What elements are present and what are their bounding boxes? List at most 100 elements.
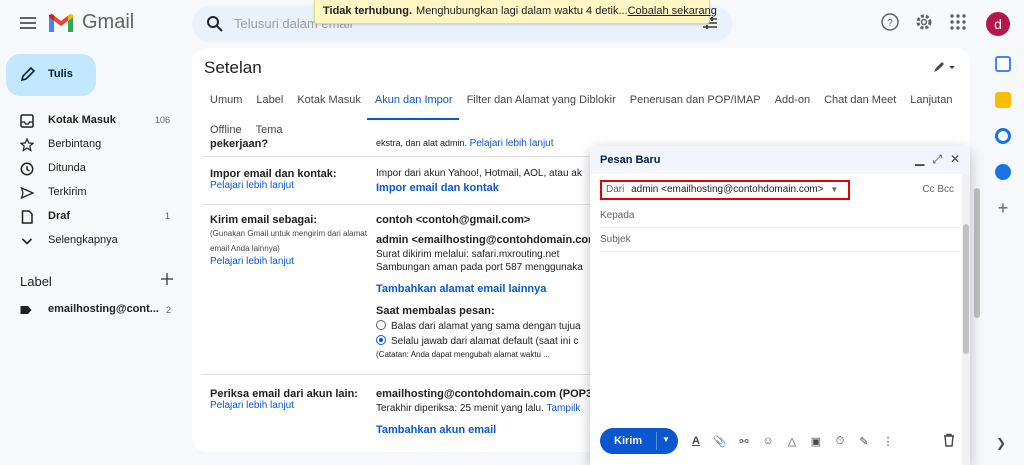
top-right-icons: ? xyxy=(880,12,968,32)
fullscreen-icon[interactable]: ⤢ xyxy=(932,152,942,167)
sidebar-item-snoozed[interactable]: Ditunda xyxy=(0,157,184,181)
emoji-icon[interactable]: ☺ xyxy=(760,433,776,449)
sidebar-item-starred[interactable]: Berbintang xyxy=(0,133,184,157)
send-button[interactable]: Kirim ▼ xyxy=(600,428,678,454)
signature-pen-icon[interactable]: ✎ xyxy=(856,433,872,449)
tab-forwarding[interactable]: Penerusan dan POP/IMAP xyxy=(622,90,767,120)
cut-row-text: ekstra, dan alat admin. xyxy=(376,138,468,148)
calendar-icon[interactable] xyxy=(995,56,1011,72)
from-value[interactable]: admin <emailhosting@contohdomain.com> xyxy=(631,184,823,195)
send-as-via: Surat dikirim melalui: safari.mxrouting.… xyxy=(376,249,560,260)
radio-default-address[interactable] xyxy=(376,335,386,345)
minimize-icon[interactable]: ▁ xyxy=(915,152,924,167)
radio-same-address[interactable] xyxy=(376,320,386,330)
close-icon[interactable]: ✕ xyxy=(950,152,960,167)
drive-icon[interactable]: △ xyxy=(784,433,800,449)
compose-button[interactable]: Tulis xyxy=(6,54,96,96)
send-as-section-body: contoh <contoh@gmail.com> admin <emailho… xyxy=(376,214,596,359)
cut-row-label: pekerjaan? xyxy=(210,138,370,150)
contacts-icon[interactable] xyxy=(995,164,1011,180)
sidebar-item-label: Draf xyxy=(48,210,71,222)
add-another-address-link[interactable]: Tambahkan alamat email lainnya xyxy=(376,283,596,295)
tab-labels[interactable]: Label xyxy=(248,90,289,120)
retry-link[interactable]: Cobalah sekarang xyxy=(628,5,717,17)
insert-link-icon[interactable]: ⚯ xyxy=(736,433,752,449)
learn-more-link[interactable]: Pelajari lebih lanjut xyxy=(470,138,554,149)
divider xyxy=(202,156,592,157)
page-title: Setelan xyxy=(204,58,262,77)
attach-icon[interactable]: 📎 xyxy=(712,433,728,449)
reply-option-same-label: Balas dari alamat yang sama dengan tujua xyxy=(391,321,581,332)
tab-advanced[interactable]: Lanjutan xyxy=(902,90,958,120)
send-as-note: (Gunakan Gmail untuk mengirim dari alama… xyxy=(210,229,367,253)
compose-scrollbar-thumb[interactable] xyxy=(963,224,969,354)
tab-accounts-import[interactable]: Akun dan Impor xyxy=(366,90,459,120)
gmail-logo[interactable]: Gmail xyxy=(48,11,134,34)
compose-window: Pesan Baru ▁ ⤢ ✕ Dari admin <emailhostin… xyxy=(590,146,970,465)
tab-addons[interactable]: Add-on xyxy=(767,90,816,120)
search-icon[interactable] xyxy=(206,15,224,33)
sidebar-item-label: Kotak Masuk xyxy=(48,114,116,126)
clock-icon xyxy=(20,162,34,176)
apps-grid-icon[interactable] xyxy=(948,12,968,32)
dropdown-arrow-icon[interactable]: ▼ xyxy=(830,185,838,194)
tab-chat-meet[interactable]: Chat dan Meet xyxy=(816,90,902,120)
text-format-icon[interactable]: A xyxy=(688,433,704,449)
sidebar-nav: Kotak Masuk 106 Berbintang Ditunda Terki… xyxy=(0,109,184,253)
sidebar-item-label: Ditunda xyxy=(48,162,86,174)
unread-count: 106 xyxy=(154,115,170,125)
scrollbar-thumb[interactable] xyxy=(974,188,980,318)
tab-general[interactable]: Umum xyxy=(202,90,248,120)
import-section-label: Impor email dan kontak: Pelajari lebih l… xyxy=(210,168,370,191)
send-as-address-primary: contoh <contoh@gmail.com> xyxy=(376,214,531,226)
help-icon[interactable]: ? xyxy=(880,12,900,32)
main-menu-icon[interactable] xyxy=(18,14,38,34)
send-as-learn-more-link[interactable]: Pelajari lebih lanjut xyxy=(210,256,370,267)
schedule-send-dropdown-icon[interactable]: ▼ xyxy=(662,435,670,444)
import-learn-more-link[interactable]: Pelajari lebih lanjut xyxy=(210,180,370,191)
sidebar-item-inbox[interactable]: Kotak Masuk 106 xyxy=(0,109,184,133)
send-as-address-secondary: admin <emailhosting@contohdomain.com xyxy=(376,234,596,246)
get-addons-icon[interactable]: + xyxy=(995,199,1011,217)
tab-inbox[interactable]: Kotak Masuk xyxy=(289,90,367,120)
add-label-icon[interactable] xyxy=(160,272,174,286)
expand-panel-chevron-icon[interactable]: ❯ xyxy=(996,436,1006,450)
import-mail-contacts-link[interactable]: Impor email dan kontak xyxy=(376,182,596,194)
draft-count: 1 xyxy=(164,211,170,221)
view-history-link[interactable]: Tampilk xyxy=(546,403,580,414)
settings-gear-icon[interactable] xyxy=(914,12,934,32)
confidential-mode-icon[interactable]: ⏱ xyxy=(832,433,848,449)
keep-icon[interactable] xyxy=(995,92,1011,108)
message-body[interactable] xyxy=(600,258,960,418)
last-checked-text: Terakhir diperiksa: 25 menit yang lalu. xyxy=(376,403,544,414)
settings-tabs: Umum Label Kotak Masuk Akun dan Impor Fi… xyxy=(202,90,962,136)
to-field[interactable]: Kepada xyxy=(600,204,960,228)
from-selector[interactable]: Dari admin <emailhosting@contohdomain.co… xyxy=(600,180,850,200)
cc-bcc-toggle[interactable]: Cc Bcc xyxy=(922,184,954,195)
tasks-icon[interactable] xyxy=(995,128,1011,144)
send-icon xyxy=(20,186,34,200)
reply-option-same[interactable]: Balas dari alamat yang sama dengan tujua xyxy=(376,320,596,332)
account-avatar[interactable]: d xyxy=(986,12,1010,36)
sidebar-item-drafts[interactable]: Draf 1 xyxy=(0,205,184,229)
compose-scrollbar[interactable] xyxy=(962,174,970,465)
subject-field[interactable]: Subjek xyxy=(600,228,960,252)
more-options-icon[interactable]: ⋮ xyxy=(880,433,896,449)
input-tools-icon[interactable] xyxy=(932,62,956,74)
star-icon xyxy=(20,138,34,152)
insert-photo-icon[interactable]: ▣ xyxy=(808,433,824,449)
sidebar-item-more[interactable]: Selengkapnya xyxy=(0,229,184,253)
settings-scrollbar[interactable] xyxy=(972,48,982,452)
chevron-down-icon xyxy=(21,238,33,245)
sidebar-label-item[interactable]: emailhosting@cont... 2 xyxy=(0,299,184,321)
discard-draft-icon[interactable] xyxy=(942,433,956,447)
add-mail-account-link[interactable]: Tambahkan akun email xyxy=(376,424,596,436)
send-label: Kirim xyxy=(614,435,643,447)
reply-setting-title: Saat membalas pesan: xyxy=(376,305,495,317)
inbox-icon xyxy=(20,114,34,128)
check-mail-section-label: Periksa email dari akun lain: Pelajari l… xyxy=(210,388,370,411)
check-mail-learn-more-link[interactable]: Pelajari lebih lanjut xyxy=(210,400,370,411)
reply-option-default[interactable]: Selalu jawab dari alamat default (saat i… xyxy=(376,335,596,347)
sidebar-item-sent[interactable]: Terkirim xyxy=(0,181,184,205)
tab-filters[interactable]: Filter dan Alamat yang Diblokir xyxy=(459,90,622,120)
